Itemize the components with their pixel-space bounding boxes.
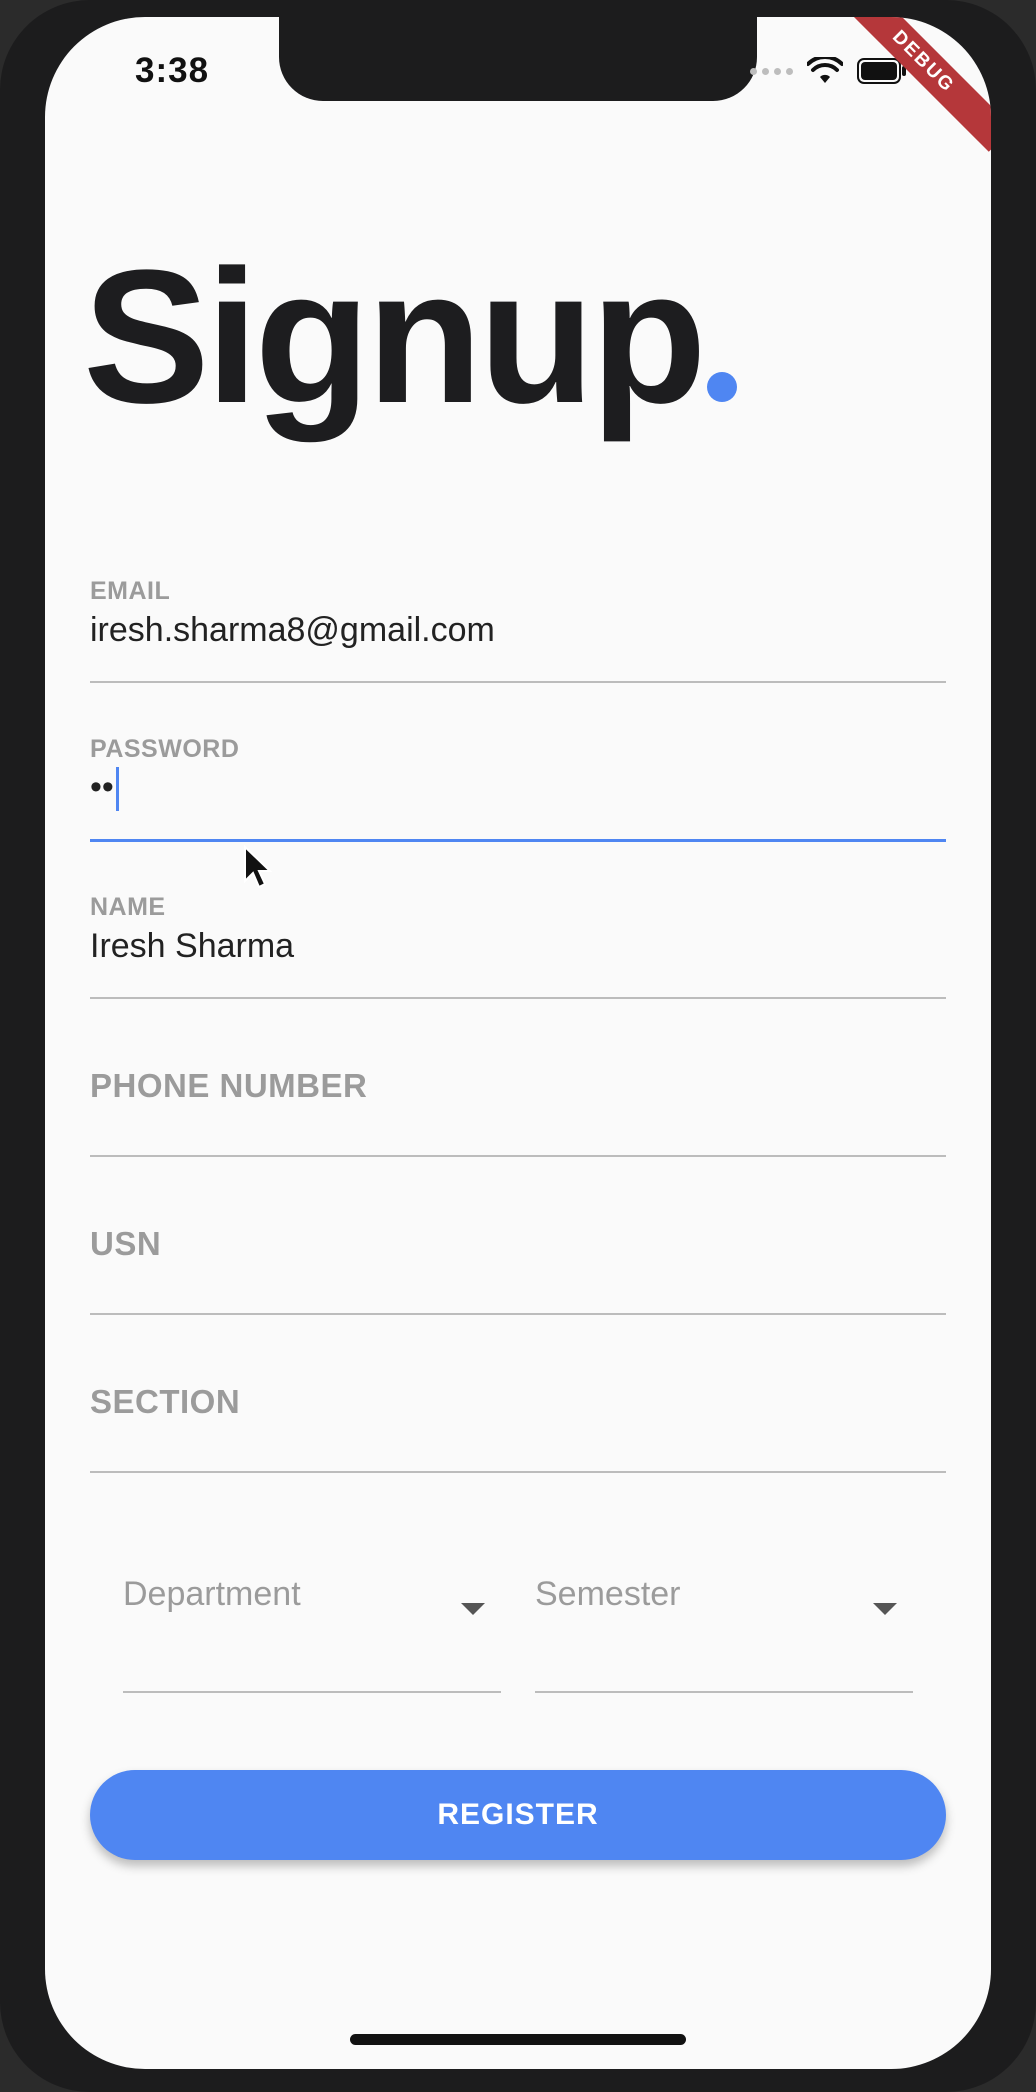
mouse-pointer-icon <box>244 845 273 889</box>
signal-dots-icon <box>750 67 793 75</box>
wifi-icon <box>807 57 843 83</box>
section-label: SECTION <box>90 1383 241 1420</box>
email-label: EMAIL <box>90 577 171 605</box>
home-indicator[interactable] <box>350 2034 686 2045</box>
password-field[interactable]: PASSWORD •• <box>90 715 946 842</box>
name-label: NAME <box>90 893 166 921</box>
semester-dropdown[interactable]: Semester <box>535 1575 913 1693</box>
email-field[interactable]: EMAIL iresh.sharma8@gmail.com <box>90 557 946 683</box>
page-title: Signup <box>83 242 737 432</box>
phone-number-field[interactable]: PHONE NUMBER <box>90 1031 946 1157</box>
semester-arrow-icon <box>873 1603 897 1615</box>
name-field[interactable]: NAME Iresh Sharma <box>90 873 946 999</box>
department-arrow-icon <box>461 1603 485 1615</box>
app-screen: 3:38 DEBUG Signup EMAIL iresh.sharma8@gm… <box>45 17 991 2069</box>
semester-label: Semester <box>535 1575 681 1613</box>
title-accent-dot <box>706 372 737 402</box>
department-dropdown[interactable]: Department <box>123 1575 501 1693</box>
password-masked-value: •• <box>90 767 114 806</box>
status-time: 3:38 <box>135 51 210 90</box>
email-value: iresh.sharma8@gmail.com <box>90 611 495 649</box>
phone-device: 3:38 DEBUG Signup EMAIL iresh.sharma8@gm… <box>0 0 1036 2092</box>
device-notch <box>279 17 757 101</box>
password-value: •• <box>90 767 119 811</box>
page-title-text: Signup <box>83 231 707 443</box>
usn-label: USN <box>90 1225 162 1262</box>
text-cursor <box>115 767 119 811</box>
status-icons <box>750 57 907 85</box>
name-value: Iresh Sharma <box>90 927 295 965</box>
phone-number-label: PHONE NUMBER <box>90 1067 368 1104</box>
department-label: Department <box>123 1575 301 1613</box>
register-button[interactable]: REGISTER <box>90 1770 946 1860</box>
section-field[interactable]: SECTION <box>90 1347 946 1473</box>
password-label: PASSWORD <box>90 735 240 763</box>
usn-field[interactable]: USN <box>90 1189 946 1315</box>
